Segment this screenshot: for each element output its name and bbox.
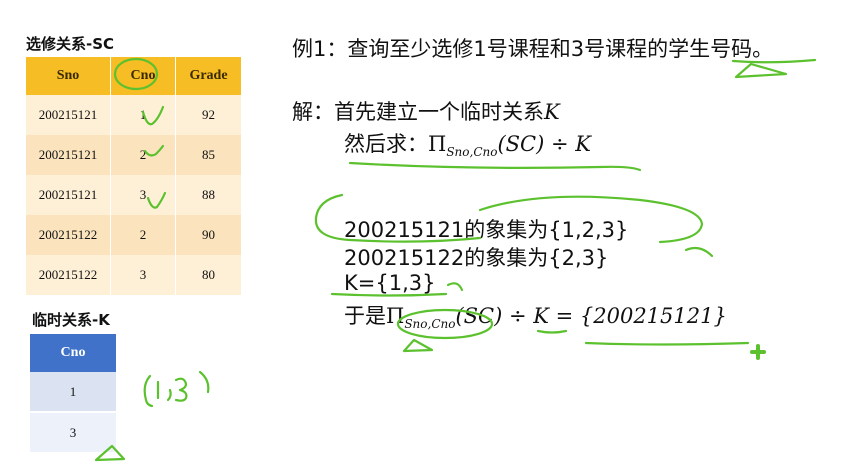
k-set-line: K={1,3} (344, 271, 436, 295)
column-header-grade: Grade (175, 57, 242, 95)
solution-label: 解： (292, 100, 334, 124)
table-row: 200215121 1 92 (26, 95, 242, 135)
cell-grade: 88 (175, 175, 242, 215)
sc-table: Sno Cno Grade 200215121 1 92 200215121 2… (26, 57, 242, 295)
ink-note (198, 370, 210, 394)
step1-text: 首先建立一个临时关系 (334, 100, 544, 124)
cell-grade: 90 (175, 215, 242, 255)
table-header-row: Cno (30, 334, 116, 372)
pi-symbol: Π (428, 132, 447, 156)
cell-cno: 3 (110, 175, 176, 215)
column-header-cno: Cno (30, 334, 116, 372)
image-set-line-2: 200215122的象集为{2,3} (344, 246, 609, 270)
step2-prefix: 然后求： (344, 132, 428, 156)
cell-cno: 3 (30, 411, 116, 452)
conclusion-prefix: 于是 (344, 304, 386, 328)
ink-triangle (402, 338, 434, 353)
cell-cno: 2 (110, 215, 176, 255)
ink-note (174, 377, 188, 402)
cell-grade: 80 (175, 255, 242, 295)
pi-subscript: Sno,Cno (404, 317, 456, 331)
table-row: 3 (30, 411, 116, 452)
column-header-cno: Cno (110, 57, 176, 95)
cell-grade: 92 (175, 95, 242, 135)
ink-note (166, 388, 172, 402)
ink-triangle (734, 62, 788, 79)
cell-sno: 200215121 (26, 175, 111, 215)
ink-underline (584, 341, 750, 346)
example-question: 例1：查询至少选修1号课程和3号课程的学生号码。 (292, 37, 774, 61)
solution-step-2: 然后求：ΠSno,Cno(SC) ÷ K (344, 128, 591, 159)
pi-subscript: Sno,Cno (446, 145, 498, 159)
table-row: 1 (30, 372, 116, 412)
cell-sno: 200215122 (26, 255, 111, 295)
cell-sno: 200215121 (26, 95, 111, 135)
table-row: 200215121 2 85 (26, 135, 242, 175)
image-set-line-1: 200215121的象集为{1,2,3} (344, 218, 629, 242)
table-header-row: Sno Cno Grade (26, 57, 242, 95)
cell-sno: 200215121 (26, 135, 111, 175)
cell-cno: 2 (110, 135, 176, 175)
ink-stroke (446, 282, 464, 292)
cell-cno: 1 (110, 95, 176, 135)
division-expression: (SC) ÷ K (497, 132, 591, 156)
conclusion-expression: (SC) ÷ K = {200215121} (455, 304, 727, 328)
ink-plus (750, 344, 766, 360)
table-row: 200215122 3 80 (26, 255, 242, 295)
pi-symbol: Π (386, 304, 405, 328)
column-header-sno: Sno (26, 57, 111, 95)
k-table: Cno 1 3 (30, 334, 116, 452)
ink-stroke (684, 246, 714, 258)
ink-note (143, 374, 154, 408)
cell-cno: 3 (110, 255, 176, 295)
cell-sno: 200215122 (26, 215, 111, 255)
cell-cno: 1 (30, 372, 116, 412)
ink-underline (536, 329, 568, 334)
sc-table-caption: 选修关系-SC (26, 35, 115, 53)
var-k: K (544, 100, 560, 124)
k-table-caption: 临时关系-K (32, 311, 110, 329)
ink-underline (348, 161, 642, 172)
solution-step-1: 解：首先建立一个临时关系K (292, 96, 560, 126)
table-row: 200215122 2 90 (26, 215, 242, 255)
table-row: 200215121 3 88 (26, 175, 242, 215)
cell-grade: 85 (175, 135, 242, 175)
conclusion-line: 于是ΠSno,Cno(SC) ÷ K = {200215121} (344, 300, 727, 331)
